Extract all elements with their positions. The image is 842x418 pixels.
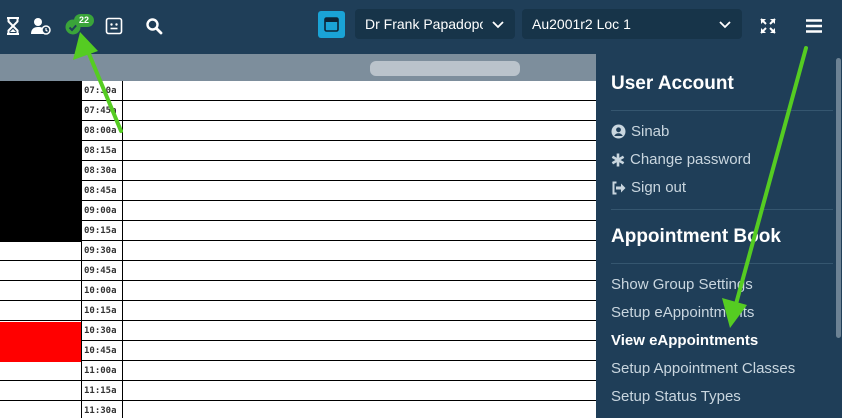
sign-out-link[interactable]: Sign out: [611, 179, 686, 196]
appointment-slot[interactable]: [123, 81, 596, 101]
location-select-value: Au2001r2 Loc 1: [532, 16, 631, 32]
time-label: 11:30a: [81, 401, 123, 418]
time-label: 07:30a: [81, 81, 123, 101]
schedule-row: 07:45a: [0, 101, 596, 121]
row-left-cell: [0, 401, 81, 418]
time-label: 11:00a: [81, 361, 123, 381]
username-label: Sinab: [631, 123, 670, 140]
time-label: 10:00a: [81, 281, 123, 301]
menu-item-setup-eappointments[interactable]: Setup eAppointments: [611, 304, 754, 321]
schedule-row: 08:15a: [0, 141, 596, 161]
schedule-row: 10:15a: [0, 301, 596, 321]
divider: [611, 209, 833, 210]
sign-out-icon: [612, 181, 626, 194]
appointment-slot[interactable]: [123, 181, 596, 201]
hourglass-icon[interactable]: [0, 13, 26, 39]
change-password-link[interactable]: Change password: [611, 151, 751, 168]
menu-item-setup-status-types[interactable]: Setup Status Types: [611, 388, 741, 405]
appointment-slot[interactable]: [123, 141, 596, 161]
id-card-icon[interactable]: [101, 13, 127, 39]
menu-scrollbar[interactable]: [836, 58, 841, 338]
time-label: 09:00a: [81, 201, 123, 221]
appointment-slot[interactable]: [123, 161, 596, 181]
time-label: 09:30a: [81, 241, 123, 261]
time-label: 08:45a: [81, 181, 123, 201]
menu-item-setup-appointment-classes[interactable]: Setup Appointment Classes: [611, 360, 795, 377]
appointment-slot[interactable]: [123, 121, 596, 141]
time-label: 07:45a: [81, 101, 123, 121]
schedule-grid: 07:30a 07:45a 08:00a 08:15a 08:30a 08:45a 09:0…: [0, 81, 596, 418]
row-left-cell: [0, 361, 81, 381]
notification-badge: 22: [74, 14, 94, 27]
schedule-row: 09:45a: [0, 261, 596, 281]
appointment-slot[interactable]: [123, 341, 596, 361]
user-menu-panel: User Account Sinab Change password Sign …: [596, 54, 842, 418]
schedule-row: 07:30a: [0, 81, 596, 101]
appointment-slot[interactable]: [123, 201, 596, 221]
fullscreen-icon[interactable]: [755, 13, 781, 39]
schedule-row: 11:15a: [0, 381, 596, 401]
schedule-row: 11:30a: [0, 401, 596, 418]
hamburger-menu-icon[interactable]: [801, 13, 827, 39]
time-label: 11:15a: [81, 381, 123, 401]
appointment-slot[interactable]: [123, 241, 596, 261]
appointment-slot[interactable]: [123, 321, 596, 341]
calendar-icon: [324, 17, 339, 32]
schedule-row: 10:30a: [0, 321, 596, 341]
appointment-slot[interactable]: [123, 281, 596, 301]
divider: [611, 110, 833, 111]
schedule-row: 09:15a: [0, 221, 596, 241]
user-clock-icon[interactable]: [28, 13, 54, 39]
calendar-view-button[interactable]: [318, 11, 345, 38]
schedule-row: 10:00a: [0, 281, 596, 301]
time-label: 08:30a: [81, 161, 123, 181]
menu-item-view-eappointments[interactable]: View eAppointments: [611, 332, 758, 349]
redacted-header-text: [370, 61, 520, 76]
menu-item-show-group-settings[interactable]: Show Group Settings: [611, 276, 753, 293]
row-left-cell: [0, 281, 81, 301]
row-left-cell: [0, 381, 81, 401]
sign-out-label: Sign out: [631, 179, 687, 196]
appointment-slot[interactable]: [123, 221, 596, 241]
row-left-cell: [0, 301, 81, 321]
schedule-row: 09:00a: [0, 201, 596, 221]
schedule-row: 08:30a: [0, 161, 596, 181]
practitioner-select[interactable]: Dr Frank Papadopo: [355, 9, 515, 39]
user-circle-icon: [611, 124, 626, 139]
row-left-cell: [0, 261, 81, 281]
appointment-slot[interactable]: [123, 361, 596, 381]
schedule-row: 11:00a: [0, 361, 596, 381]
time-label: 10:30a: [81, 321, 123, 341]
appointment-slot[interactable]: [123, 101, 596, 121]
divider: [611, 263, 833, 264]
chevron-down-icon: [492, 21, 504, 29]
profile-link[interactable]: Sinab: [611, 123, 669, 140]
asterisk-icon: [611, 153, 625, 166]
schedule-row: 09:30a: [0, 241, 596, 261]
time-label: 08:15a: [81, 141, 123, 161]
schedule-row: 08:45a: [0, 181, 596, 201]
appointment-slot[interactable]: [123, 261, 596, 281]
time-label: 10:15a: [81, 301, 123, 321]
schedule-row: 08:00a: [0, 121, 596, 141]
appointment-slot[interactable]: [123, 401, 596, 418]
location-select[interactable]: Au2001r2 Loc 1: [522, 9, 742, 39]
top-toolbar: 22 Dr Frank Papadopo Au2001r2 Loc 1: [0, 0, 842, 54]
chevron-down-icon: [719, 21, 731, 29]
row-left-cell: [0, 241, 81, 261]
booked-appointment-block[interactable]: [0, 322, 81, 362]
appointment-book-heading: Appointment Book: [611, 226, 781, 247]
time-label: 10:45a: [81, 341, 123, 361]
time-label: 09:15a: [81, 221, 123, 241]
practitioner-select-value: Dr Frank Papadopo: [365, 16, 483, 32]
change-password-label: Change password: [630, 151, 751, 168]
schedule-row: 10:45a: [0, 341, 596, 361]
appointment-slot[interactable]: [123, 381, 596, 401]
appointment-slot[interactable]: [123, 301, 596, 321]
search-icon[interactable]: [141, 13, 167, 39]
time-label: 09:45a: [81, 261, 123, 281]
redacted-appointment-block[interactable]: [0, 81, 81, 242]
time-label: 08:00a: [81, 121, 123, 141]
user-account-heading: User Account: [611, 73, 734, 94]
